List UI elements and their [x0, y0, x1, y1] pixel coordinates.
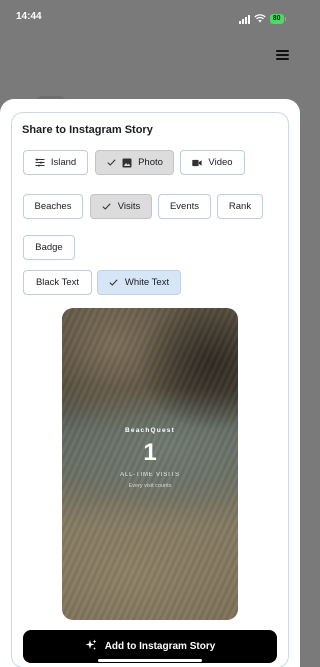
wifi-icon — [254, 10, 266, 28]
checkmark-icon — [106, 158, 116, 168]
tab-events[interactable]: Events — [158, 194, 211, 219]
tab-white-text-label: White Text — [124, 277, 170, 288]
story-preview: BeachQuest 1 ALL-TIME VISITS Every visit… — [62, 308, 238, 620]
tab-events-label: Events — [169, 201, 200, 212]
tab-visits[interactable]: Visits — [90, 194, 152, 219]
hamburger-menu-icon[interactable] — [276, 50, 289, 61]
tab-island[interactable]: Island — [23, 150, 88, 175]
sparkles-icon — [85, 639, 97, 654]
tab-island-label: Island — [50, 157, 77, 168]
video-camera-icon — [192, 158, 203, 168]
tab-rank-label: Rank — [228, 201, 252, 212]
map-layers-icon — [35, 158, 45, 168]
status-icons: 80 — [238, 10, 286, 28]
sheet-title: Share to Instagram Story — [22, 124, 153, 136]
battery-cap — [284, 17, 286, 21]
tab-badge-label: Badge — [35, 242, 63, 253]
add-to-instagram-story-label: Add to Instagram Story — [104, 641, 216, 652]
tab-video[interactable]: Video — [180, 150, 245, 175]
tab-beaches[interactable]: Beaches — [23, 194, 83, 219]
signal-icon — [238, 14, 250, 24]
tab-badge[interactable]: Badge — [23, 235, 75, 260]
tab-black-text-label: Black Text — [35, 277, 80, 288]
tab-white-text[interactable]: White Text — [97, 270, 181, 295]
checkmark-icon — [102, 202, 112, 212]
image-icon — [122, 158, 132, 168]
checkmark-icon — [109, 278, 119, 288]
status-bar: 14:44 80 — [0, 0, 300, 36]
tab-beaches-label: Beaches — [34, 201, 72, 212]
tab-black-text[interactable]: Black Text — [23, 270, 92, 295]
home-indicator — [98, 659, 202, 662]
preview-visit-count: 1 — [143, 439, 157, 466]
tab-visits-label: Visits — [117, 201, 141, 212]
battery-icon: 80 — [269, 14, 284, 24]
tab-photo[interactable]: Photo — [95, 150, 174, 175]
preview-caption: ALL-TIME VISITS — [120, 472, 180, 478]
tab-rank[interactable]: Rank — [217, 194, 263, 219]
status-time: 14:44 — [16, 11, 42, 22]
tab-photo-label: Photo — [138, 157, 163, 168]
tab-video-label: Video — [208, 157, 233, 168]
preview-brand: BeachQuest — [125, 427, 175, 434]
preview-subcaption: Every visit counts — [128, 483, 172, 489]
